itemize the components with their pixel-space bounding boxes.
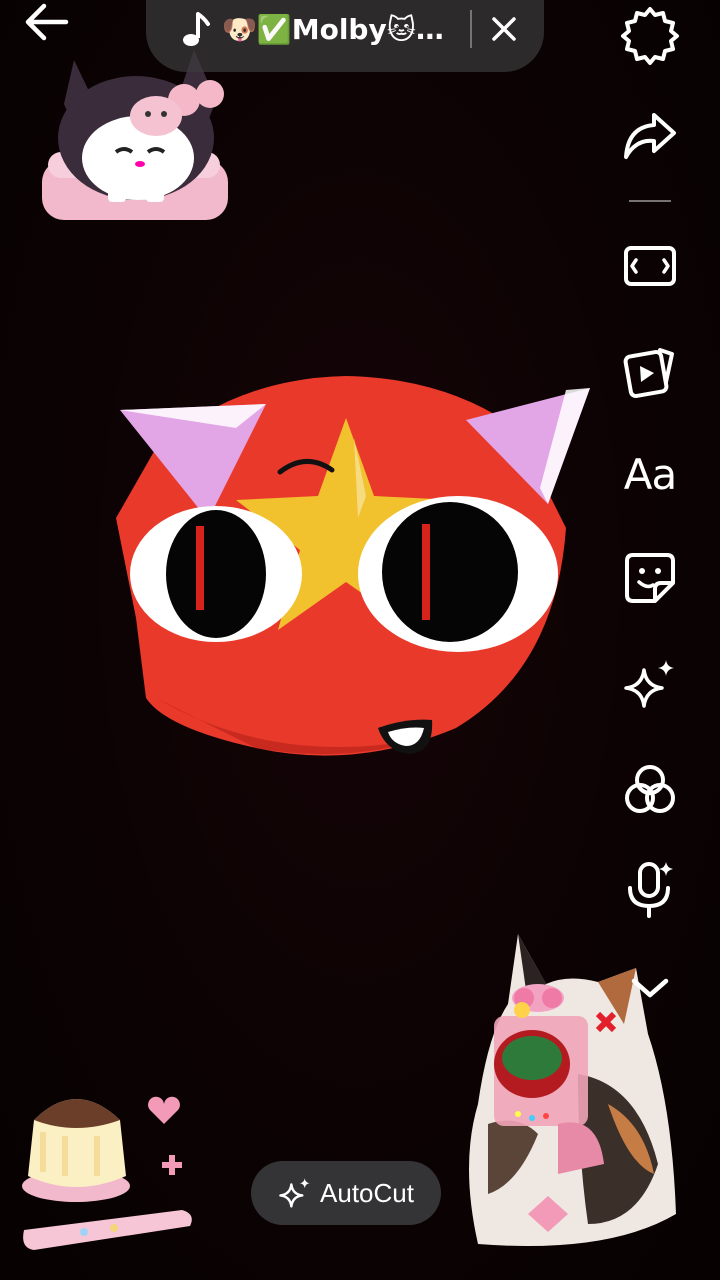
stickers-button[interactable]: [618, 546, 682, 610]
back-button[interactable]: [22, 0, 74, 44]
filters-circles-icon: [625, 765, 675, 813]
text-aa-icon: Aa: [623, 449, 677, 499]
close-icon: [492, 17, 516, 41]
templates-button[interactable]: [618, 338, 682, 402]
toolbar-divider: [629, 200, 671, 202]
microphone-sparkle-icon: [628, 862, 673, 918]
aspect-ratio-icon: [624, 246, 676, 286]
music-note-icon: [178, 10, 212, 50]
gear-icon: [621, 7, 679, 65]
video-cards-icon: [623, 348, 674, 399]
more-tools-button[interactable]: [618, 956, 682, 1020]
chevron-down-icon: [631, 978, 669, 998]
share-button[interactable]: [618, 104, 682, 168]
share-arrow-icon: [624, 113, 676, 159]
sound-title[interactable]: 🐶✅Molby🐱…: [222, 8, 452, 52]
autocut-button[interactable]: AutoCut: [251, 1161, 441, 1225]
sparkles-icon: [624, 660, 674, 708]
video-preview: [0, 0, 720, 1280]
effects-button[interactable]: [618, 652, 682, 716]
sparkles-icon: [279, 1178, 310, 1208]
text-button[interactable]: Aa: [618, 442, 682, 506]
arrow-left-icon: [25, 3, 69, 41]
sticker-icon: [625, 553, 675, 603]
voice-button[interactable]: [618, 858, 682, 922]
pudding-sticker[interactable]: [14, 1080, 204, 1270]
aspect-ratio-button[interactable]: [618, 234, 682, 298]
star-mascot[interactable]: [96, 368, 596, 768]
settings-button[interactable]: [618, 0, 682, 65]
filters-button[interactable]: [618, 758, 682, 822]
sound-divider: [470, 10, 472, 48]
autocut-label: AutoCut: [320, 1177, 414, 1208]
remove-sound-button[interactable]: [486, 10, 522, 48]
